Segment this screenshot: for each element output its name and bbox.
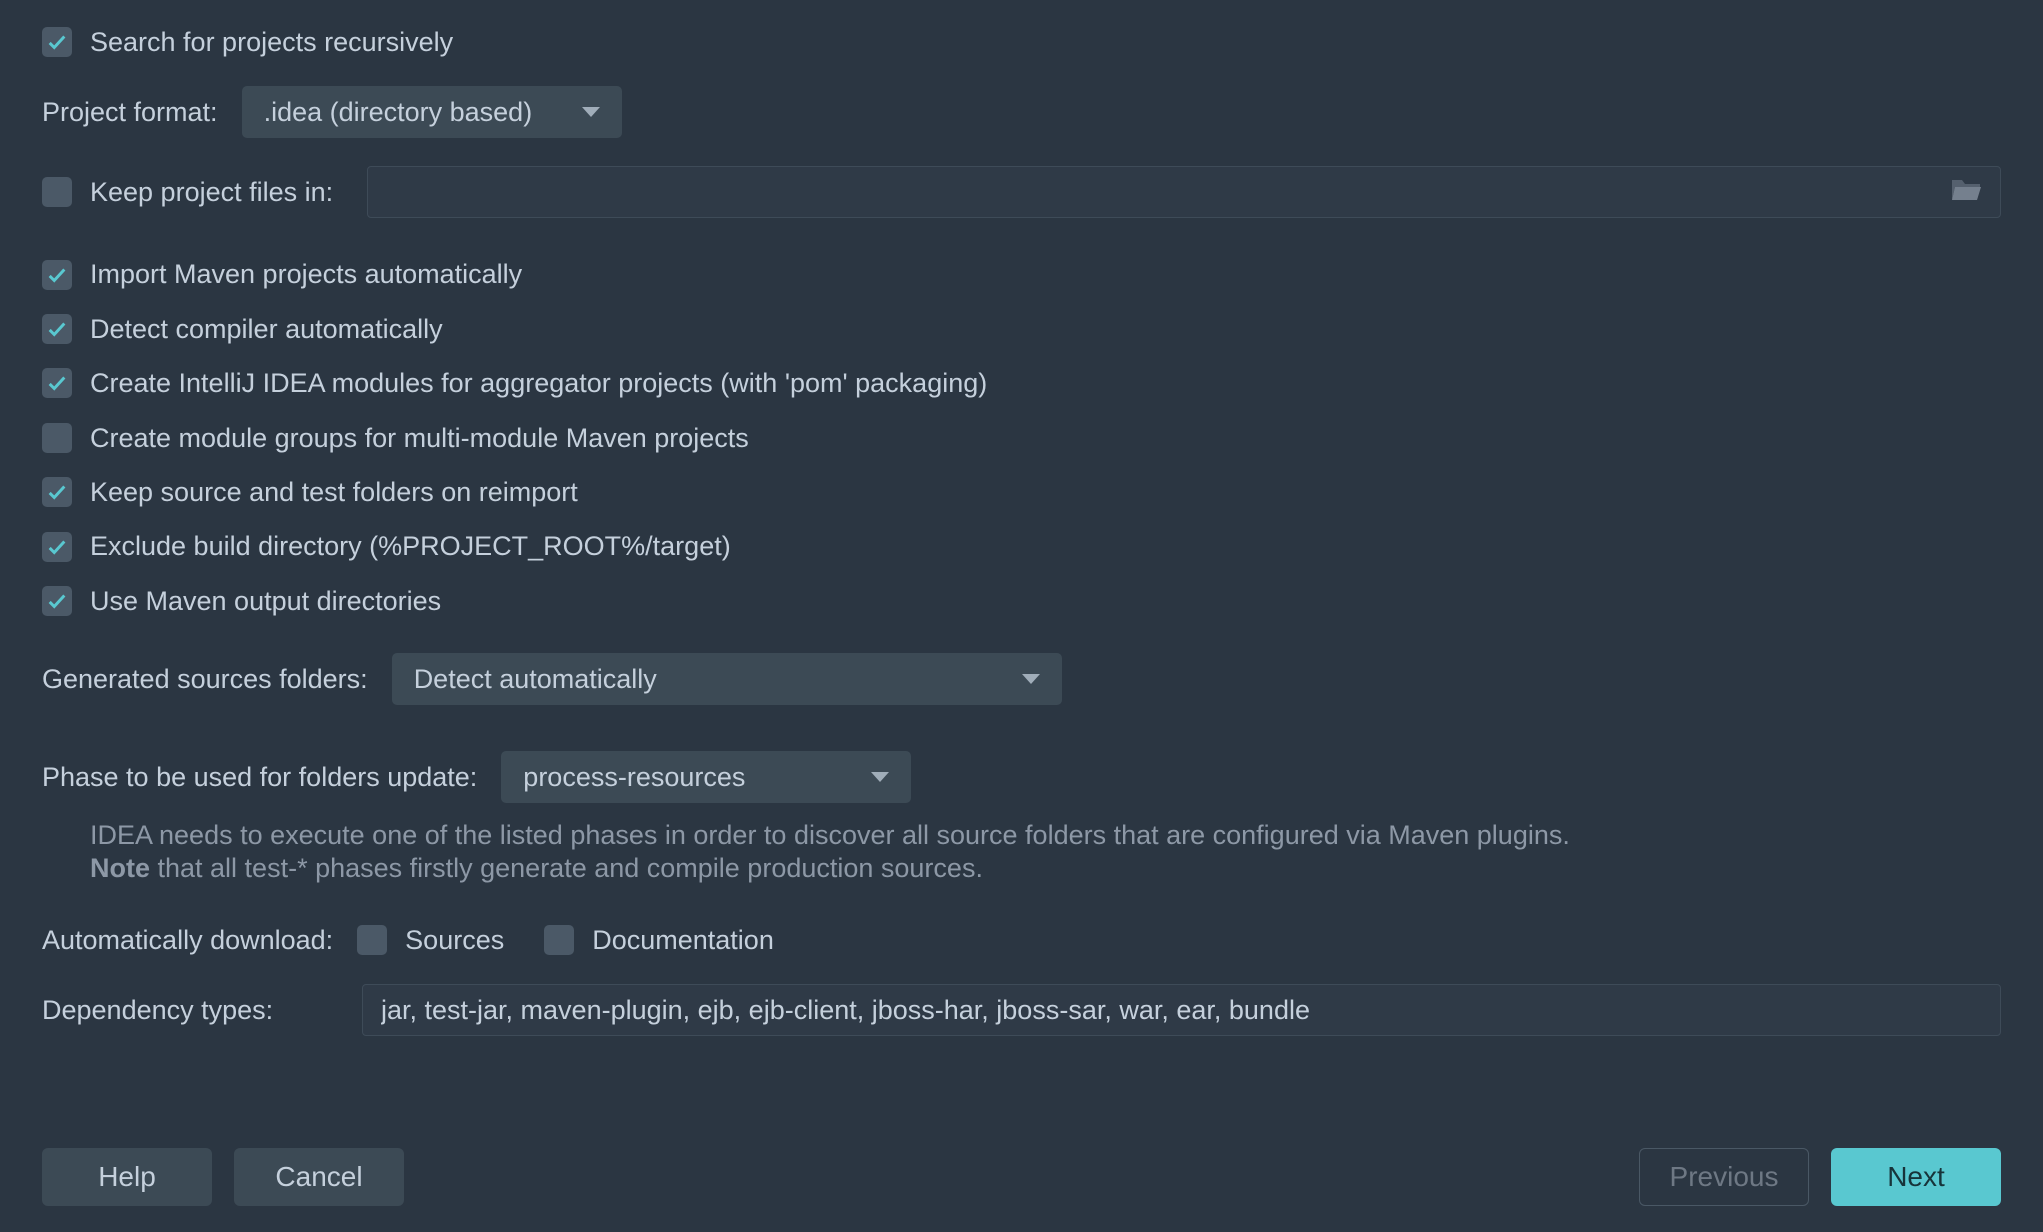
option-row: Import Maven projects automatically [42, 258, 2001, 290]
label-keep-project-files: Keep project files in: [90, 176, 333, 208]
dropdown-generated-sources-value: Detect automatically [414, 663, 657, 695]
label-search-recursively: Search for projects recursively [90, 26, 453, 58]
row-keep-project-files: Keep project files in: [42, 166, 2001, 218]
checkbox-detect-compiler-auto[interactable] [42, 314, 72, 344]
previous-button[interactable]: Previous [1639, 1148, 1809, 1206]
chevron-down-icon [871, 772, 889, 782]
help-text-note-bold: Note [90, 853, 150, 883]
checkbox-search-recursively[interactable] [42, 27, 72, 57]
label-project-format: Project format: [42, 96, 218, 128]
cancel-button[interactable]: Cancel [234, 1148, 404, 1206]
label-exclude-build-dir: Exclude build directory (%PROJECT_ROOT%/… [90, 530, 731, 562]
chevron-down-icon [582, 107, 600, 117]
row-project-format: Project format: .idea (directory based) [42, 86, 2001, 138]
help-text-phase-line1: IDEA needs to execute one of the listed … [90, 820, 1570, 850]
input-keep-project-files-path[interactable] [384, 176, 1950, 209]
options-stack: Import Maven projects automatically Dete… [42, 258, 2001, 617]
help-text-phase-line2: that all test-* phases firstly generate … [150, 853, 983, 883]
checkbox-import-maven-auto[interactable] [42, 260, 72, 290]
checkbox-keep-source-test-folders[interactable] [42, 477, 72, 507]
field-dependency-types[interactable] [362, 984, 2001, 1036]
dropdown-phase[interactable]: process-resources [501, 751, 911, 803]
next-button-label: Next [1887, 1160, 1945, 1194]
field-keep-project-files-path[interactable] [367, 166, 2001, 218]
option-row: Detect compiler automatically [42, 313, 2001, 345]
help-text-phase: IDEA needs to execute one of the listed … [90, 819, 2001, 884]
label-documentation: Documentation [592, 924, 774, 956]
row-dependency-types: Dependency types: [42, 984, 2001, 1036]
dropdown-project-format-value: .idea (directory based) [264, 96, 533, 128]
option-row: Keep source and test folders on reimport [42, 476, 2001, 508]
row-auto-download: Automatically download: Sources Document… [42, 924, 2001, 956]
help-button[interactable]: Help [42, 1148, 212, 1206]
help-button-label: Help [98, 1160, 156, 1194]
dropdown-phase-value: process-resources [523, 761, 745, 793]
row-phase: Phase to be used for folders update: pro… [42, 751, 2001, 803]
option-row: Exclude build directory (%PROJECT_ROOT%/… [42, 530, 2001, 562]
checkbox-keep-project-files[interactable] [42, 177, 72, 207]
next-button[interactable]: Next [1831, 1148, 2001, 1206]
checkbox-create-aggregator-modules[interactable] [42, 368, 72, 398]
maven-import-panel: Search for projects recursively Project … [0, 0, 2043, 1232]
label-dependency-types: Dependency types: [42, 994, 362, 1026]
option-row: Use Maven output directories [42, 585, 2001, 617]
label-create-module-groups: Create module groups for multi-module Ma… [90, 422, 749, 454]
label-phase: Phase to be used for folders update: [42, 761, 477, 793]
chevron-down-icon [1022, 674, 1040, 684]
checkbox-use-maven-output-dirs[interactable] [42, 586, 72, 616]
checkbox-sources[interactable] [357, 925, 387, 955]
input-dependency-types[interactable] [379, 994, 1984, 1027]
label-detect-compiler-auto: Detect compiler automatically [90, 313, 443, 345]
cancel-button-label: Cancel [275, 1160, 362, 1194]
dropdown-generated-sources[interactable]: Detect automatically [392, 653, 1062, 705]
checkbox-exclude-build-dir[interactable] [42, 532, 72, 562]
checkbox-create-module-groups[interactable] [42, 423, 72, 453]
label-sources: Sources [405, 924, 504, 956]
label-keep-source-test-folders: Keep source and test folders on reimport [90, 476, 578, 508]
label-auto-download: Automatically download: [42, 924, 333, 956]
dropdown-project-format[interactable]: .idea (directory based) [242, 86, 622, 138]
label-generated-sources: Generated sources folders: [42, 663, 368, 695]
folder-open-icon[interactable] [1950, 175, 1984, 210]
row-generated-sources: Generated sources folders: Detect automa… [42, 653, 2001, 705]
label-import-maven-auto: Import Maven projects automatically [90, 258, 522, 290]
footer-button-bar: Help Cancel Previous Next [42, 1148, 2001, 1206]
checkbox-documentation[interactable] [544, 925, 574, 955]
label-create-aggregator-modules: Create IntelliJ IDEA modules for aggrega… [90, 367, 987, 399]
previous-button-label: Previous [1670, 1160, 1779, 1194]
option-row: Create module groups for multi-module Ma… [42, 422, 2001, 454]
label-use-maven-output-dirs: Use Maven output directories [90, 585, 441, 617]
option-row: Create IntelliJ IDEA modules for aggrega… [42, 367, 2001, 399]
row-search-recursively: Search for projects recursively [42, 26, 2001, 58]
